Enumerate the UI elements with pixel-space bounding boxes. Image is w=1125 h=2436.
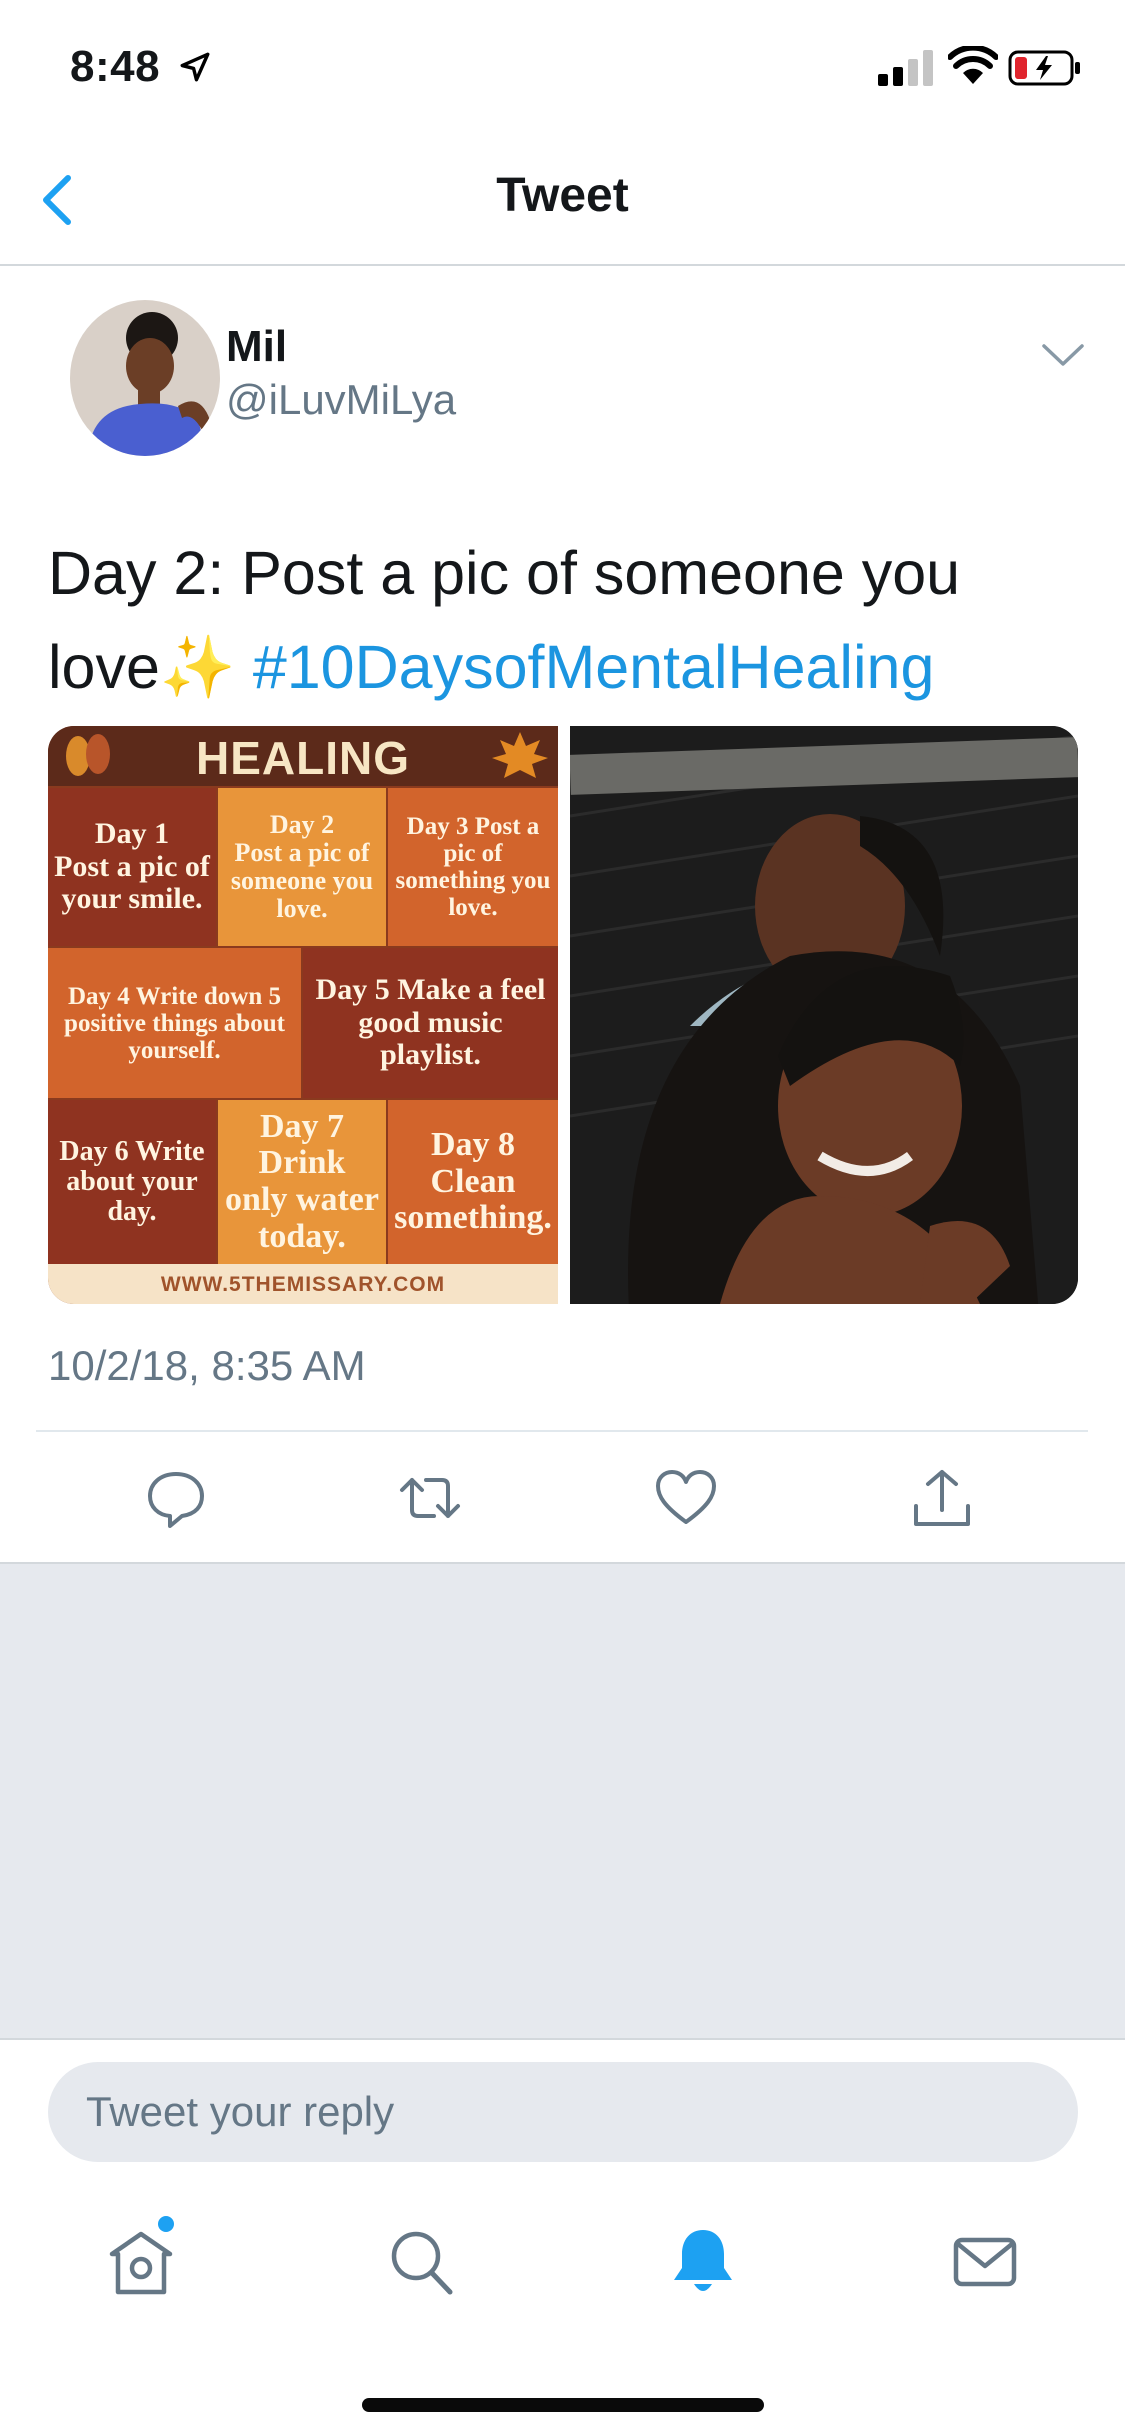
avatar[interactable] xyxy=(70,300,220,456)
hashtag-link[interactable]: #10DaysofMentalHealing xyxy=(253,633,935,701)
share-icon[interactable] xyxy=(910,1466,974,1530)
status-time: 8:48 xyxy=(70,42,161,91)
healing-footer-url: WWW.5THEMISSARY.COM xyxy=(48,1264,558,1304)
healing-title: HEALING xyxy=(48,726,558,786)
healing-cell-day-7: Day 7 Drink only water today. xyxy=(218,1100,386,1264)
tweet-image-healing-chart[interactable]: HEALING Day 1 Post a pic of your smile. … xyxy=(48,726,558,1304)
reply-icon[interactable] xyxy=(144,1466,208,1530)
messages-envelope-icon[interactable] xyxy=(950,2226,1020,2298)
new-content-indicator xyxy=(158,2216,174,2232)
author-name[interactable]: Mil xyxy=(226,322,287,372)
cellular-signal-icon xyxy=(878,50,933,86)
reply-placeholder: Tweet your reply xyxy=(86,2088,395,2135)
battery-icon xyxy=(1008,50,1080,86)
healing-cell-day-5: Day 5 Make a feel good music playlist. xyxy=(303,948,558,1098)
home-indicator[interactable] xyxy=(362,2398,764,2412)
author-handle[interactable]: @iLuvMiLya xyxy=(226,376,456,424)
autumn-leaves-icon xyxy=(66,734,110,776)
home-icon[interactable] xyxy=(106,2226,176,2298)
empty-replies-area xyxy=(0,1562,1125,2040)
healing-cell-day-2: Day 2 Post a pic of someone you love. xyxy=(218,788,386,946)
maple-leaf-icon xyxy=(492,732,548,778)
chevron-down-icon[interactable] xyxy=(1040,340,1086,370)
healing-cell-day-6: Day 6 Write about your day. xyxy=(48,1100,216,1264)
healing-cell-day-3: Day 3 Post a pic of something you love. xyxy=(388,788,558,946)
location-arrow-icon xyxy=(180,52,210,82)
page-title: Tweet xyxy=(496,169,629,222)
tweet-timestamp: 10/2/18, 8:35 AM xyxy=(48,1342,366,1389)
healing-cell-day-4: Day 4 Write down 5 positive things about… xyxy=(48,948,301,1098)
search-icon[interactable] xyxy=(386,2226,456,2298)
photo-two-women xyxy=(570,726,1078,1304)
wifi-icon xyxy=(948,46,998,84)
notifications-bell-icon[interactable] xyxy=(668,2226,738,2298)
healing-cell-day-8: Day 8 Clean something. xyxy=(388,1100,558,1264)
heart-icon[interactable] xyxy=(654,1466,718,1530)
retweet-icon[interactable] xyxy=(398,1466,462,1530)
sparkles-emoji: ✨ xyxy=(159,633,236,701)
healing-cell-day-1: Day 1 Post a pic of your smile. xyxy=(48,788,216,946)
tweet-image-photo[interactable] xyxy=(570,726,1078,1304)
divider xyxy=(36,1430,1088,1432)
tweet-text: Day 2: Post a pic of someone you love✨ #… xyxy=(48,526,1078,714)
